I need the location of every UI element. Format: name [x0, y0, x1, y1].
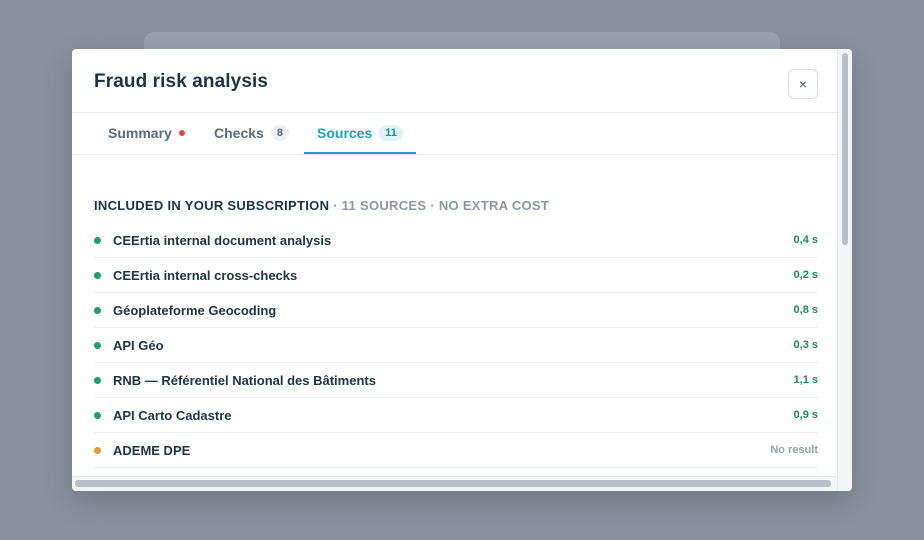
status-ok-icon [94, 341, 101, 349]
close-button[interactable]: × [788, 69, 818, 99]
tab-checks-label: Checks [214, 125, 264, 141]
source-time: 0,3 s [793, 339, 818, 351]
fraud-risk-modal: Fraud risk analysis × Summary Checks 8 S… [72, 49, 852, 491]
tab-checks[interactable]: Checks 8 [214, 113, 289, 153]
tab-sources[interactable]: Sources 11 [304, 113, 416, 154]
source-row: CEErtia internal cross-checks 0,2 s [94, 258, 818, 293]
source-name: RNB — Référentiel National des Bâtiments [113, 372, 376, 388]
tab-summary-label: Summary [108, 125, 172, 141]
status-ok-icon [94, 411, 101, 419]
sources-list: CEErtia internal document analysis 0,4 s… [94, 223, 818, 468]
status-ok-icon [94, 236, 101, 244]
source-row: Géoplateforme Geocoding 0,8 s [94, 293, 818, 328]
tab-bar: Summary Checks 8 Sources 11 [72, 113, 837, 155]
source-time: No result [770, 444, 818, 456]
checks-count-badge: 8 [270, 125, 289, 141]
close-icon: × [798, 76, 808, 92]
source-time: 0,8 s [793, 304, 818, 316]
status-ok-icon [94, 376, 101, 384]
tab-summary[interactable]: Summary [108, 113, 185, 153]
status-ok-icon [94, 306, 101, 314]
tab-sources-label: Sources [317, 124, 373, 141]
source-time: 0,4 s [793, 234, 818, 246]
alert-dot-icon [178, 130, 185, 136]
status-ok-icon [94, 271, 101, 279]
source-name: ADEME DPE [113, 442, 191, 458]
source-time: 1,1 s [793, 374, 818, 386]
source-time: 0,9 s [793, 409, 818, 421]
status-warn-icon [94, 446, 101, 454]
source-name: CEErtia internal cross-checks [113, 267, 298, 283]
section-heading: INCLUDED IN YOUR SUBSCRIPTION · 11 SOURC… [94, 198, 549, 213]
source-name: CEErtia internal document analysis [113, 232, 332, 248]
horizontal-scroll-thumb[interactable] [75, 480, 831, 487]
source-name: API Carto Cadastre [113, 407, 232, 423]
modal-header: Fraud risk analysis × [72, 49, 837, 113]
source-name: API Géo [113, 337, 164, 353]
modal-title: Fraud risk analysis [94, 71, 269, 92]
source-row: ADEME DPE No result [94, 433, 818, 468]
vertical-scroll-thumb[interactable] [842, 53, 848, 245]
source-row: RNB — Référentiel National des Bâtiments… [94, 363, 818, 398]
section-title: INCLUDED IN YOUR SUBSCRIPTION [94, 198, 330, 213]
sources-count-badge: 11 [379, 124, 403, 141]
source-name: Géoplateforme Geocoding [113, 302, 277, 318]
source-row: API Géo 0,3 s [94, 328, 818, 363]
source-row: API Carto Cadastre 0,9 s [94, 398, 818, 433]
source-time: 0,2 s [793, 269, 818, 281]
source-row: CEErtia internal document analysis 0,4 s [94, 223, 818, 258]
section-meta: · 11 SOURCES · NO EXTRA COST [329, 198, 550, 213]
